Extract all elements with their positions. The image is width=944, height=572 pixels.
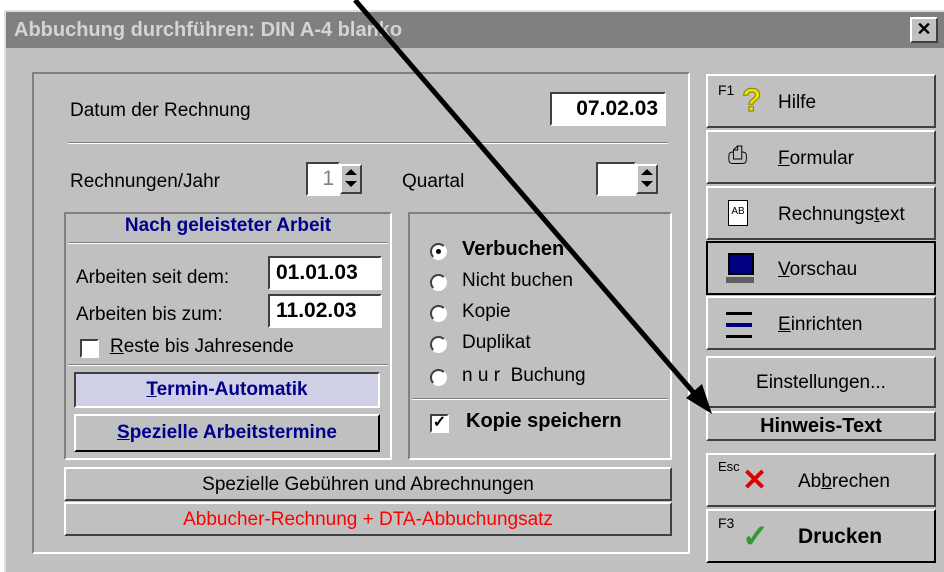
window-title: Abbuchung durchführen: DIN A-4 blanko bbox=[14, 19, 403, 41]
rest-year-checkbox[interactable] bbox=[80, 339, 99, 358]
work-group-title: Nach geleisteter Arbeit bbox=[124, 215, 332, 236]
until-label: Arbeiten bis zum: bbox=[76, 304, 223, 325]
date-label: Datum der Rechnung bbox=[70, 100, 251, 121]
termin-automatik-label: Termin-Automatik bbox=[146, 379, 308, 400]
debit-invoice-label: Abbucher-Rechnung + DTA-Abbuchungsatz bbox=[183, 509, 553, 530]
invoices-per-year-spinner[interactable] bbox=[340, 164, 362, 194]
invoices-per-year-label: Rechnungen/Jahr bbox=[70, 171, 220, 192]
close-icon: ✕ bbox=[916, 19, 932, 39]
special-work-dates-button[interactable]: Spezielle Arbeitstermine bbox=[74, 414, 380, 452]
settings-label: Einstellungen... bbox=[756, 372, 886, 393]
special-fees-button[interactable]: Spezielle Gebühren und Abrechnungen bbox=[64, 467, 672, 501]
dialog-window: Abbuchung durchführen: DIN A-4 blanko ✕ … bbox=[4, 10, 944, 572]
termin-automatik-button[interactable]: Termin-Automatik bbox=[74, 372, 380, 408]
spin-down-icon bbox=[641, 181, 653, 187]
help-question-icon: ? bbox=[742, 82, 763, 119]
invoice-text-button[interactable]: AB Rechnungstext bbox=[706, 186, 936, 240]
setup-button[interactable]: Einrichten bbox=[706, 296, 936, 350]
radio-kopie[interactable] bbox=[430, 305, 447, 322]
print-key-label: F3 bbox=[718, 515, 735, 531]
monitor-icon bbox=[728, 253, 754, 275]
preview-label: Vorschau bbox=[778, 259, 858, 280]
esc-key-label: Esc bbox=[718, 459, 740, 474]
printer-setup-icon bbox=[726, 312, 752, 338]
hint-text-button[interactable]: Hinweis-Text bbox=[706, 411, 936, 441]
work-until-field[interactable]: 11.02.03 bbox=[268, 294, 382, 328]
invoice-date-field[interactable]: 07.02.03 bbox=[550, 92, 666, 126]
special-work-dates-label: Spezielle Arbeitstermine bbox=[117, 422, 337, 443]
settings-button[interactable]: Einstellungen... bbox=[706, 356, 936, 408]
cancel-x-icon: ✕ bbox=[742, 464, 768, 497]
radio-verbuchen[interactable] bbox=[430, 243, 447, 260]
invoice-text-label: Rechnungstext bbox=[778, 204, 905, 225]
option-nicht-buchen-label: Nicht buchen bbox=[462, 270, 573, 291]
help-label: Hilfe bbox=[778, 92, 817, 113]
help-button[interactable]: F1 ? Hilfe bbox=[706, 74, 936, 128]
print-label: Drucken bbox=[798, 525, 883, 548]
radio-nur-buchung[interactable] bbox=[430, 369, 447, 386]
checkmark-icon: ✓ bbox=[742, 518, 769, 554]
divider bbox=[412, 398, 668, 400]
option-verbuchen-label: Verbuchen bbox=[462, 238, 565, 260]
setup-label: Einrichten bbox=[778, 314, 863, 335]
quarter-spinner[interactable] bbox=[636, 164, 658, 194]
cancel-button[interactable]: Esc ✕ Abbrechen bbox=[706, 453, 936, 507]
radio-duplikat[interactable] bbox=[430, 336, 447, 353]
spin-up-icon bbox=[345, 169, 357, 175]
save-copy-checkbox[interactable]: ✓ bbox=[430, 414, 449, 433]
formular-button[interactable]: ⎙ Formular bbox=[706, 130, 936, 184]
special-fees-label: Spezielle Gebühren und Abrechnungen bbox=[202, 474, 534, 495]
close-button[interactable]: ✕ bbox=[910, 17, 938, 43]
spin-up-icon bbox=[641, 169, 653, 175]
invoices-per-year-field[interactable]: 1 bbox=[306, 162, 340, 196]
hint-text-label: Hinweis-Text bbox=[760, 415, 882, 437]
text-doc-icon: AB bbox=[728, 200, 748, 226]
option-kopie-label: Kopie bbox=[462, 301, 511, 322]
print-button[interactable]: F3 ✓ Drucken bbox=[706, 509, 936, 563]
save-copy-label: Kopie speichern bbox=[466, 410, 622, 432]
quarter-label: Quartal bbox=[402, 171, 465, 192]
form-icon: ⎙ bbox=[728, 142, 748, 169]
option-duplikat-label: Duplikat bbox=[462, 332, 531, 353]
title-bar: Abbuchung durchführen: DIN A-4 blanko ✕ bbox=[6, 12, 944, 48]
preview-button[interactable]: Vorschau bbox=[706, 241, 936, 295]
spin-down-icon bbox=[345, 181, 357, 187]
help-key-label: F1 bbox=[718, 82, 735, 98]
divider bbox=[68, 142, 668, 144]
debit-invoice-button[interactable]: Abbucher-Rechnung + DTA-Abbuchungsatz bbox=[64, 502, 672, 536]
cancel-label: Abbrechen bbox=[798, 471, 890, 492]
divider bbox=[68, 364, 388, 366]
quarter-field[interactable] bbox=[596, 162, 636, 196]
formular-label: Formular bbox=[778, 148, 855, 169]
rest-year-label: Reste bis Jahresende bbox=[110, 336, 294, 357]
radio-nicht-buchen[interactable] bbox=[430, 274, 447, 291]
invoices-per-year-value: 1 bbox=[322, 167, 334, 190]
monitor-stand-icon bbox=[726, 277, 754, 283]
work-since-field[interactable]: 01.01.03 bbox=[268, 256, 382, 290]
divider bbox=[68, 242, 388, 244]
option-nur-buchung-label: n u r Buchung bbox=[462, 365, 586, 386]
since-label: Arbeiten seit dem: bbox=[76, 267, 230, 288]
